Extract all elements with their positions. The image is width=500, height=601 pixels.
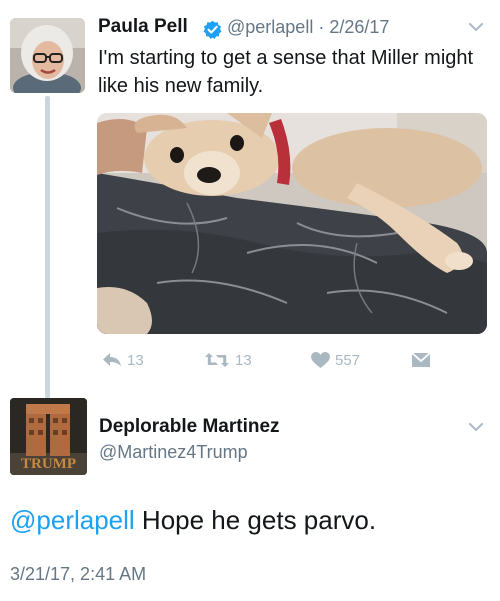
reply-button[interactable]: 13 [102,349,144,371]
tweet-text: I'm starting to get a sense that Miller … [98,47,474,97]
heart-icon [311,351,330,368]
chevron-down-icon[interactable] [468,420,484,432]
tweet-body: Hope he gets parvo. [134,505,377,535]
reply-count: 13 [127,351,144,369]
handle[interactable]: @Martinez4Trump [99,442,248,463]
chevron-down-icon[interactable] [468,20,484,32]
author-name[interactable]: Paula Pell [98,16,188,38]
retweet-button[interactable]: 13 [204,349,252,371]
thread-line [45,96,50,398]
avatar[interactable]: TRUMP [10,398,87,475]
author-name[interactable]: Deplorable Martinez [99,416,280,438]
verified-badge-icon [203,20,222,39]
direct-message-icon [411,352,431,367]
mention-link[interactable]: @perlapell [10,505,135,535]
retweet-count: 13 [235,351,252,369]
reply-icon [103,353,121,366]
handle-and-date[interactable]: @perlapell · 2/26/17 [227,17,389,38]
like-button[interactable]: 557 [311,349,360,371]
avatar[interactable] [10,18,85,93]
tweet-text: @perlapell Hope he gets parvo. [10,505,376,536]
avatar-logo-text: TRUMP [21,456,76,472]
direct-message-button[interactable] [411,349,436,371]
timestamp[interactable]: 3/21/17, 2:41 AM [10,564,146,585]
like-count: 557 [335,351,361,369]
retweet-icon [205,353,229,367]
tweet-photo[interactable] [97,113,487,334]
